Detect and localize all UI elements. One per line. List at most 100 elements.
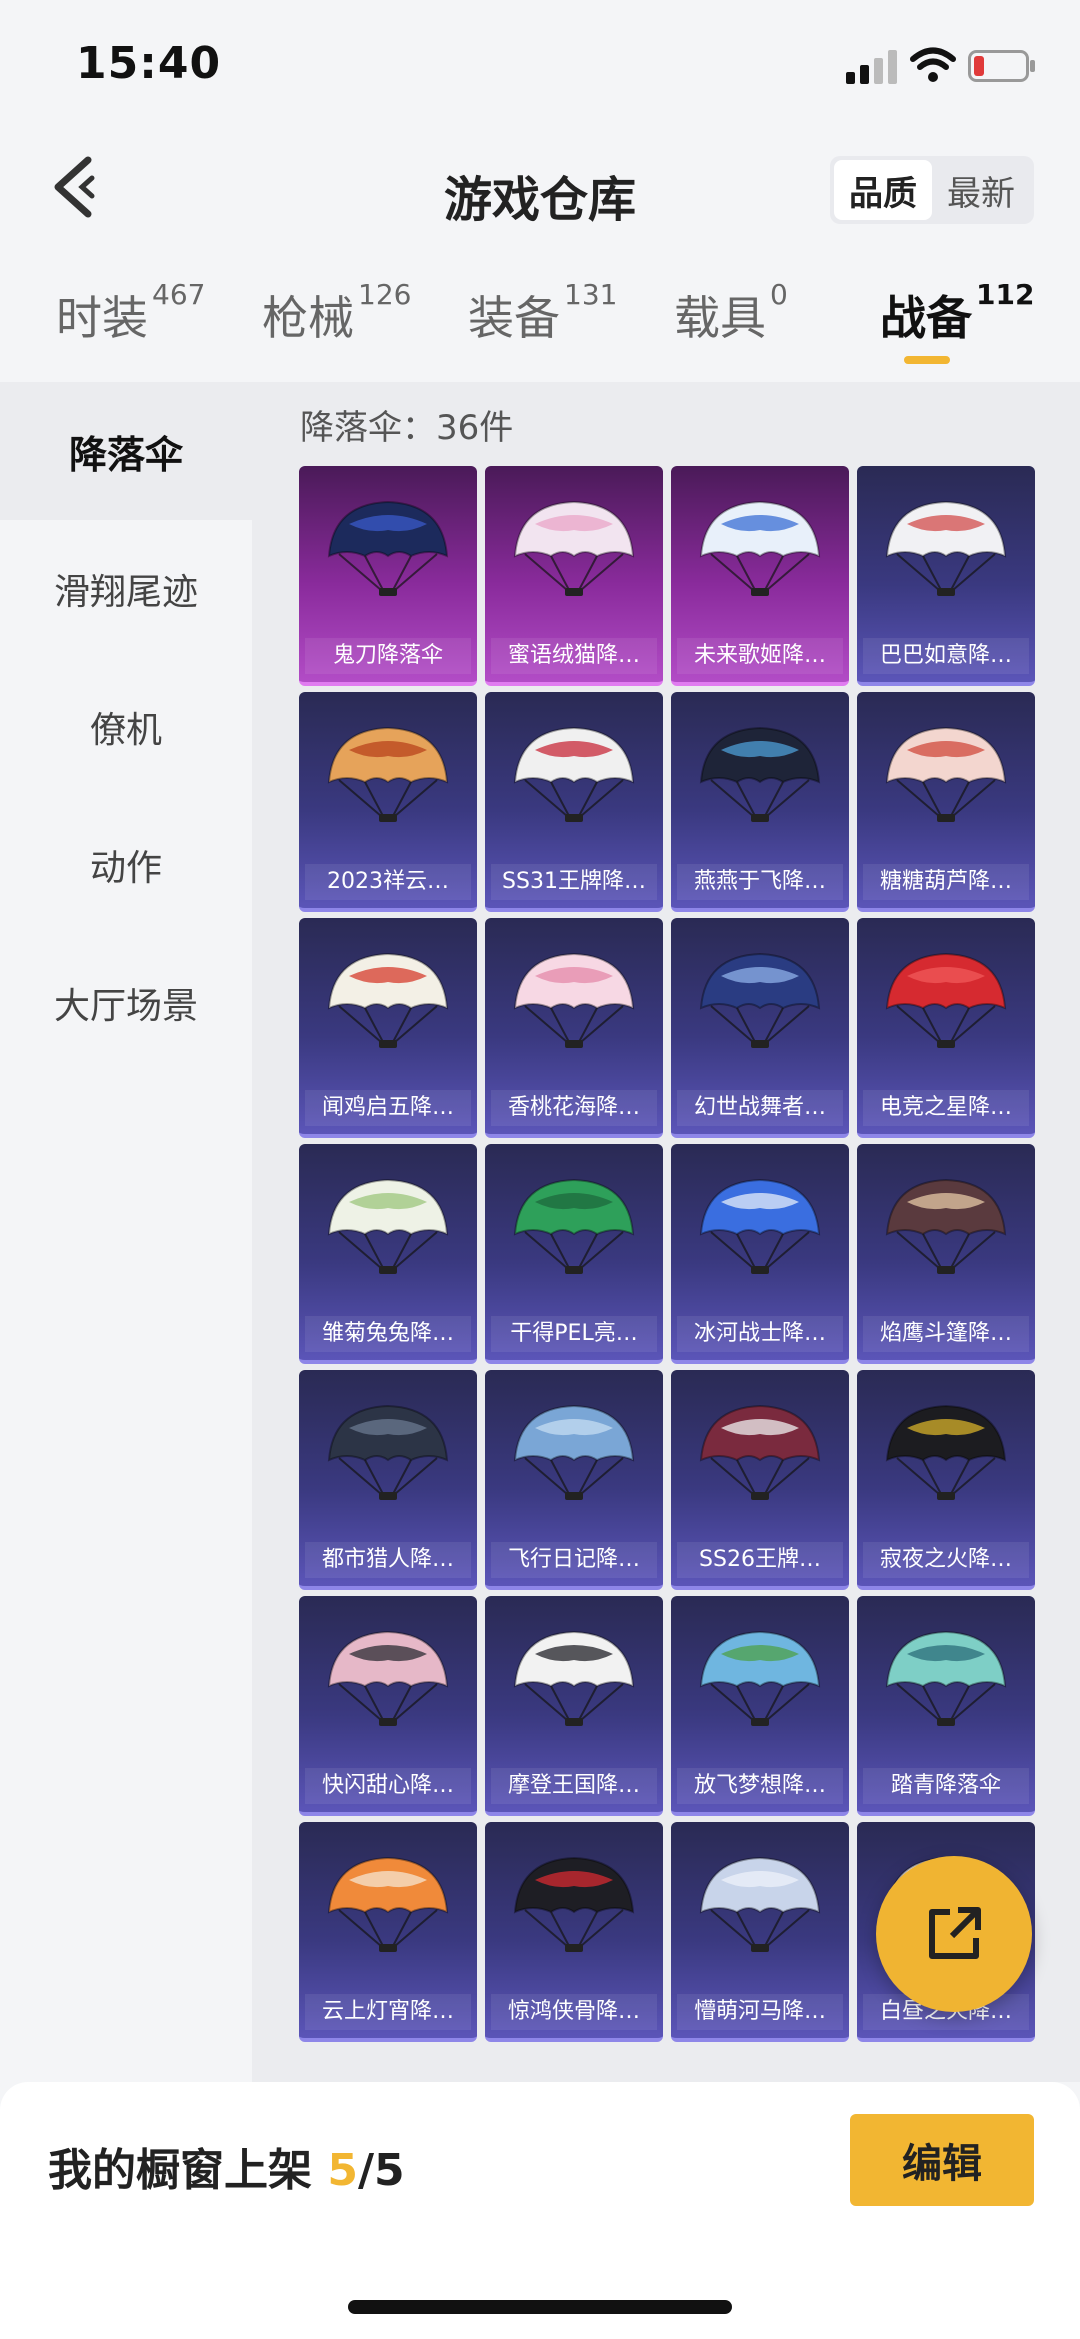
wifi-icon <box>910 47 956 82</box>
item-name: 闻鸡启五降… <box>305 1090 471 1126</box>
item-name: 幻世战舞者… <box>677 1090 843 1126</box>
parachute-icon <box>327 1404 449 1500</box>
parachute-icon <box>513 1630 635 1726</box>
parachute-icon <box>513 726 635 822</box>
item-card[interactable]: 踏青降落伞 <box>857 1596 1035 1816</box>
item-name: 焰鹰斗篷降… <box>863 1316 1029 1352</box>
parachute-icon <box>327 500 449 596</box>
showcase-status: 我的橱窗上架 5/5 <box>48 2145 405 2196</box>
parachute-icon <box>327 1856 449 1952</box>
tab-vehicles[interactable]: 载具 0 <box>674 278 788 348</box>
item-card[interactable]: 燕燕于飞降… <box>671 692 849 912</box>
sidebar: 降落伞 滑翔尾迹 僚机 动作 大厅场景 <box>0 382 252 2082</box>
item-name: 干得PEL亮… <box>491 1316 657 1352</box>
item-name: 雏菊兔兔降… <box>305 1316 471 1352</box>
item-card[interactable]: 云上灯宵降… <box>299 1822 477 2042</box>
parachute-icon <box>327 726 449 822</box>
item-name: SS31王牌降… <box>491 864 657 900</box>
edit-button[interactable]: 编辑 <box>850 2114 1034 2206</box>
item-card[interactable]: 焰鹰斗篷降… <box>857 1144 1035 1364</box>
item-name: 鬼刀降落伞 <box>305 638 471 674</box>
sidebar-item-parachute[interactable]: 降落伞 <box>0 382 252 520</box>
item-card[interactable]: 闻鸡启五降… <box>299 918 477 1138</box>
battery-icon <box>968 50 1035 82</box>
item-count-label: 降落伞：36件 <box>300 408 514 448</box>
sort-quality-button[interactable]: 品质 <box>834 160 932 220</box>
item-name: 燕燕于飞降… <box>677 864 843 900</box>
item-card[interactable]: 飞行日记降… <box>485 1370 663 1590</box>
item-name: 巴巴如意降… <box>863 638 1029 674</box>
parachute-icon <box>699 1404 821 1500</box>
item-card[interactable]: 摩登王国降… <box>485 1596 663 1816</box>
sidebar-item-wingman[interactable]: 僚机 <box>0 658 252 796</box>
tab-equipment[interactable]: 装备 131 <box>468 278 617 348</box>
category-tabs: 时装 467 枪械 126 装备 131 载具 0 战备 112 <box>0 278 1080 382</box>
item-name: 快闪甜心降… <box>305 1768 471 1804</box>
parachute-icon <box>513 1856 635 1952</box>
parachute-icon <box>885 1404 1007 1500</box>
item-card[interactable]: 雏菊兔兔降… <box>299 1144 477 1364</box>
item-card[interactable]: 糖糖葫芦降… <box>857 692 1035 912</box>
item-name: 蜜语绒猫降… <box>491 638 657 674</box>
item-card[interactable]: 干得PEL亮… <box>485 1144 663 1364</box>
parachute-icon <box>327 1630 449 1726</box>
status-time: 15:40 <box>76 38 222 89</box>
parachute-icon <box>885 726 1007 822</box>
item-card[interactable]: 惊鸿侠骨降… <box>485 1822 663 2042</box>
status-bar: 15:40 <box>0 0 1080 130</box>
item-card[interactable]: 懵萌河马降… <box>671 1822 849 2042</box>
sidebar-item-lobby-scene[interactable]: 大厅场景 <box>0 934 252 1072</box>
showcase-count: 5 <box>327 2145 358 2196</box>
item-name: 电竞之星降… <box>863 1090 1029 1126</box>
tab-guns[interactable]: 枪械 126 <box>262 278 411 348</box>
item-name: 2023祥云… <box>305 864 471 900</box>
parachute-icon <box>699 952 821 1048</box>
item-name: 惊鸿侠骨降… <box>491 1994 657 2030</box>
item-card[interactable]: 电竞之星降… <box>857 918 1035 1138</box>
sidebar-item-emote[interactable]: 动作 <box>0 796 252 934</box>
parachute-icon <box>513 500 635 596</box>
item-card[interactable]: SS31王牌降… <box>485 692 663 912</box>
parachute-icon <box>699 1630 821 1726</box>
item-card[interactable]: 蜜语绒猫降… <box>485 466 663 686</box>
parachute-icon <box>699 726 821 822</box>
item-card[interactable]: 冰河战士降… <box>671 1144 849 1364</box>
item-name: 冰河战士降… <box>677 1316 843 1352</box>
item-card[interactable]: 鬼刀降落伞 <box>299 466 477 686</box>
parachute-icon <box>885 952 1007 1048</box>
sort-newest-button[interactable]: 最新 <box>932 160 1030 220</box>
item-card[interactable]: 2023祥云… <box>299 692 477 912</box>
item-card[interactable]: 巴巴如意降… <box>857 466 1035 686</box>
item-name: 香桃花海降… <box>491 1090 657 1126</box>
share-icon <box>929 1907 981 1959</box>
item-card[interactable]: SS26王牌… <box>671 1370 849 1590</box>
item-name: 飞行日记降… <box>491 1542 657 1578</box>
tab-tactical-gear[interactable]: 战备 112 <box>880 278 1034 348</box>
item-card[interactable]: 都市猎人降… <box>299 1370 477 1590</box>
share-button[interactable] <box>876 1856 1032 2012</box>
item-card[interactable]: 未来歌姬降… <box>671 466 849 686</box>
parachute-icon <box>699 1856 821 1952</box>
item-card[interactable]: 放飞梦想降… <box>671 1596 849 1816</box>
parachute-icon <box>327 1178 449 1274</box>
sidebar-item-glide-trail[interactable]: 滑翔尾迹 <box>0 520 252 658</box>
item-card[interactable]: 幻世战舞者… <box>671 918 849 1138</box>
item-name: 云上灯宵降… <box>305 1994 471 2030</box>
item-name: 摩登王国降… <box>491 1768 657 1804</box>
parachute-icon <box>885 1178 1007 1274</box>
item-card[interactable]: 香桃花海降… <box>485 918 663 1138</box>
parachute-icon <box>513 1404 635 1500</box>
item-name: 糖糖葫芦降… <box>863 864 1029 900</box>
parachute-icon <box>513 952 635 1048</box>
parachute-icon <box>699 1178 821 1274</box>
parachute-icon <box>699 500 821 596</box>
item-card[interactable]: 寂夜之火降… <box>857 1370 1035 1590</box>
active-tab-underline <box>904 356 950 364</box>
signal-icon <box>846 50 897 84</box>
item-name: 寂夜之火降… <box>863 1542 1029 1578</box>
parachute-icon <box>327 952 449 1048</box>
tab-fashion[interactable]: 时装 467 <box>56 278 205 348</box>
item-name: 放飞梦想降… <box>677 1768 843 1804</box>
item-card[interactable]: 快闪甜心降… <box>299 1596 477 1816</box>
parachute-icon <box>513 1178 635 1274</box>
